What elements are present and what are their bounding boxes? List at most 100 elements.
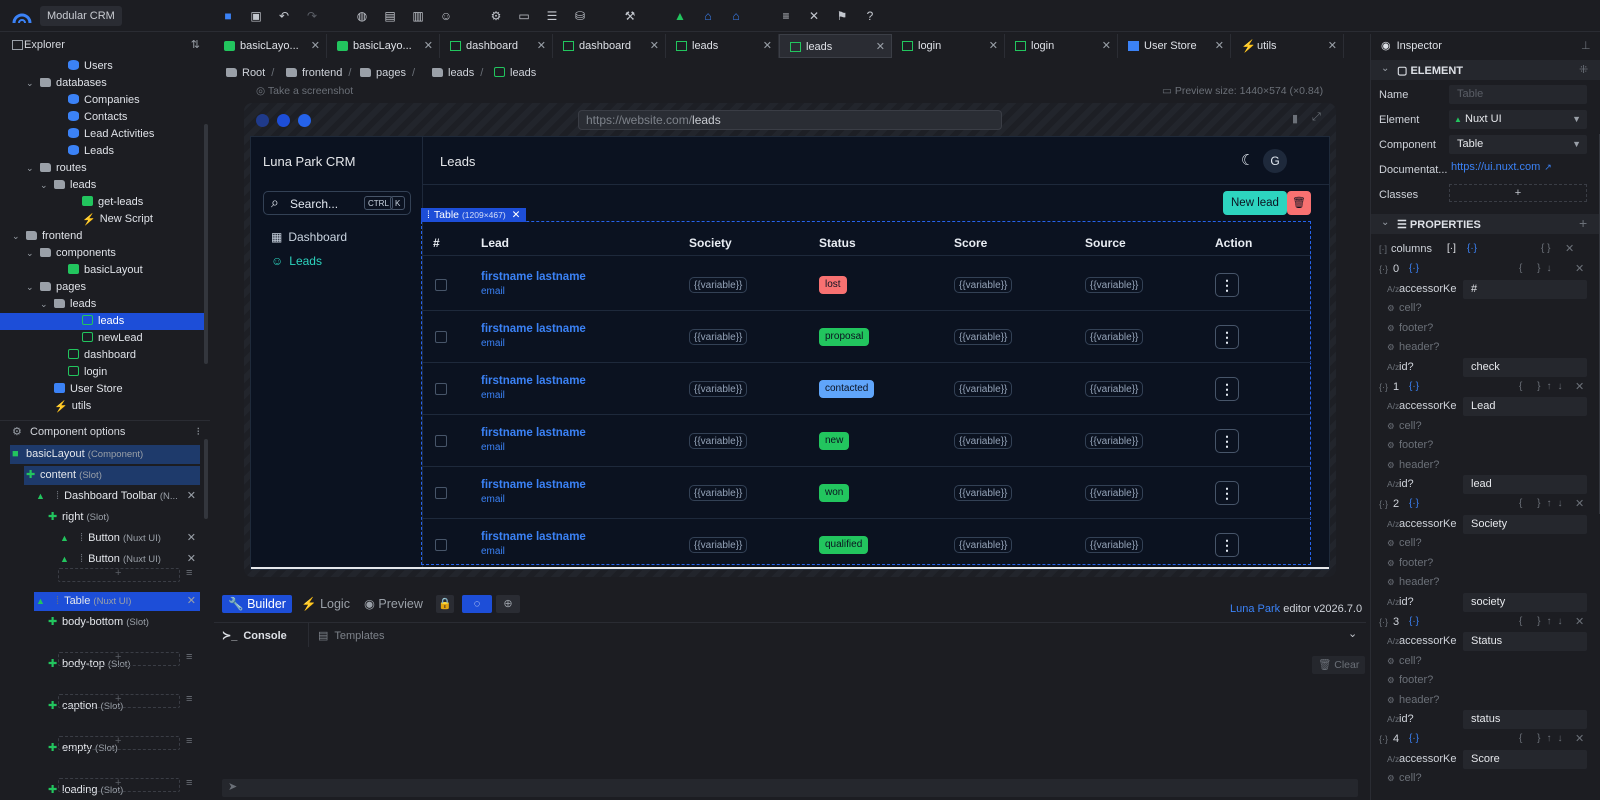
column-entry-header[interactable]: {·} 3 {·} { }↑↓ ✕ [1379,613,1589,631]
lead-email[interactable]: email [481,442,505,453]
options-menu-icon[interactable]: ⁝ [197,421,201,443]
nuxt-icon[interactable]: ▲ [672,8,688,24]
column-entry-field[interactable]: ⚙ header? [1387,338,1587,356]
close-icon[interactable]: ✕ [650,34,659,58]
column-entry-field[interactable]: ⚙ cell? [1387,769,1587,787]
column-entry-field[interactable]: A/z id? status [1387,710,1587,729]
deploy-icon[interactable]: ⌂ [700,8,716,24]
column-entry-field[interactable]: ⚙ header? [1387,691,1587,709]
columns-property[interactable]: [·] columns [·] {·} { } ✕ [1379,240,1589,258]
new-lead-button[interactable]: New lead [1223,191,1287,215]
publish-icon[interactable]: ⌂ [728,8,744,24]
close-icon[interactable]: ✕ [537,34,546,58]
chevron-down-icon[interactable]: ⌄ [1348,627,1357,640]
column-entry-field[interactable]: ⚙ header? [1387,456,1587,474]
column-entry-field[interactable]: ⚙ cell? [1387,417,1587,435]
column-entry-field[interactable]: A/z accessorKe Lead [1387,397,1587,416]
drag-handle-icon[interactable]: ⁞ [56,490,59,502]
undo-icon[interactable]: ↶ [276,8,292,24]
close-icon[interactable]: ✕ [187,487,196,506]
close-icon[interactable]: ✕ [424,34,433,58]
avatar[interactable]: G [1263,149,1287,173]
column-entry-field[interactable]: A/z accessorKe Status [1387,632,1587,651]
code-icon[interactable]: { } [1541,240,1550,258]
component-item[interactable]: ▲ ⁞ Dashboard Toolbar (N... ✕ [34,487,200,506]
component-item[interactable]: ✚ body-bottom (Slot) [46,613,200,632]
close-icon[interactable]: ✕ [512,209,521,221]
sort-icon[interactable]: ⇅ [191,34,200,56]
row-checkbox[interactable] [435,331,447,343]
add-slot-dropzone[interactable]: + [58,777,180,792]
column-entry-header[interactable]: {·} 2 {·} { }↑↓ ✕ [1379,495,1589,513]
explorer-scrollbar[interactable] [204,124,208,364]
tree-item[interactable]: ⚡ New Script [0,211,206,228]
field-input[interactable]: Society [1463,514,1587,534]
column-entry-header[interactable]: {·} 4 {·} { }↑↓ ✕ [1379,730,1589,748]
tree-item[interactable]: Users [0,58,206,75]
breadcrumb-item[interactable]: leads [494,64,536,82]
table-row[interactable]: firstname lastname email {{variable}} quali… [423,519,1311,571]
lead-email[interactable]: email [481,546,505,557]
database-icon[interactable]: ⛁ [572,8,588,24]
save-icon[interactable]: ■ [220,8,236,24]
close-icon[interactable]: ✕ [1102,34,1111,58]
row-checkbox[interactable] [435,383,447,395]
breadcrumb-item[interactable]: Root / [226,64,274,82]
flag-icon[interactable]: ⚑ [834,8,850,24]
entry-actions-icon[interactable]: { }↑↓ [1519,378,1568,396]
tree-item[interactable]: basicLayout [0,262,206,279]
column-entry-field[interactable]: ⚙ header? [1387,573,1587,591]
tree-item[interactable]: ⌄ leads [0,296,206,313]
plus-icon[interactable]: + [115,651,121,663]
save-all-icon[interactable]: ▣ [248,8,264,24]
close-icon[interactable]: ✕ [187,529,196,548]
column-entry-field[interactable]: ⚙ cell? [1387,534,1587,552]
add-class-button[interactable]: + [1449,184,1587,202]
tree-item[interactable]: dashboard [0,347,206,364]
component-item[interactable]: ▲ ⁞ Button (Nuxt UI) ✕ [58,550,200,569]
list-icon[interactable]: ≡ [186,567,192,579]
lead-name[interactable]: firstname lastname [481,323,586,335]
window-icon[interactable]: ▭ [516,8,532,24]
component-item[interactable]: ✚ right (Slot) [46,508,200,527]
component-scrollbar[interactable] [204,439,208,519]
lead-name[interactable]: firstname lastname [481,271,586,283]
column-entry-field[interactable]: ⚙ footer? [1387,436,1587,454]
row-actions-button[interactable]: ⋮ [1215,377,1239,401]
lead-name[interactable]: firstname lastname [481,531,586,543]
entry-actions-icon[interactable]: { }↓ [1519,260,1557,278]
lead-email[interactable]: email [481,338,505,349]
lead-email[interactable]: email [481,494,505,505]
redo-icon[interactable]: ↷ [304,8,320,24]
send-icon[interactable]: ➤ [228,780,237,793]
field-input[interactable]: status [1463,710,1587,729]
archive-icon[interactable]: ▤ [382,8,398,24]
tree-item[interactable]: newLead [0,330,206,347]
tools-icon[interactable]: ✕ [806,8,822,24]
lead-name[interactable]: firstname lastname [481,375,586,387]
lead-name[interactable]: firstname lastname [481,427,586,439]
tree-item[interactable]: leads [0,313,206,330]
column-entry-field[interactable]: ⚙ cell? [1387,299,1587,317]
component-item[interactable]: ✚ content (Slot) [24,466,200,485]
field-input[interactable]: society [1463,592,1587,612]
tree-item[interactable]: ⌄ databases [0,75,206,92]
pin-icon[interactable]: ⊥ [1581,39,1591,52]
tab-dashboard[interactable]: dashboard ✕ [553,34,666,58]
select-mode-icon[interactable]: ◌ [462,595,492,613]
layout-icon[interactable]: ☰ [544,8,560,24]
column-entry-header[interactable]: {·} 0 {·} { }↓ ✕ [1379,260,1589,278]
table-row[interactable]: firstname lastname email {{variable}} new {{… [423,415,1311,467]
app-name[interactable]: Modular CRM [40,6,122,26]
close-icon[interactable]: ✕ [311,34,320,58]
component-select[interactable]: Table ▼ [1449,135,1587,154]
palette-icon[interactable]: ◍ [354,8,370,24]
column-entry-field[interactable]: A/z id? lead [1387,475,1587,494]
entry-actions-icon[interactable]: { }↑↓ [1519,495,1568,513]
nav-dashboard[interactable]: ▦ Dashboard [271,230,347,244]
tree-item[interactable]: Companies [0,92,206,109]
lock-icon[interactable]: 🔒 [436,595,454,613]
row-actions-button[interactable]: ⋮ [1215,481,1239,505]
expand-icon[interactable]: ⤢ [1312,111,1321,124]
row-checkbox[interactable] [435,539,447,551]
